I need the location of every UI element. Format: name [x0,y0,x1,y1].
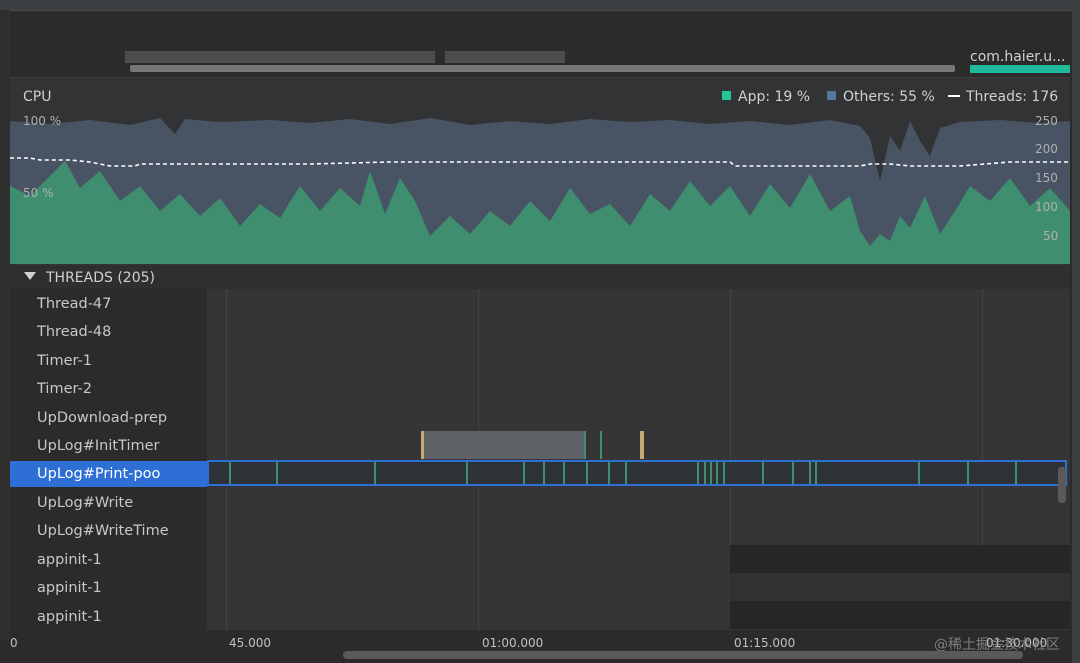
thread-state-segment[interactable] [730,545,1070,573]
app-swatch-icon [722,91,731,100]
others-swatch-icon [827,91,836,100]
right-axis-200: 200 [1035,142,1058,156]
thread-item[interactable]: appinit-1 [37,552,102,568]
cpu-usage-chart [10,118,1070,264]
thread-state-segment[interactable] [730,573,1070,601]
thread-state-segment[interactable] [584,431,586,459]
left-axis-50: 50 % [23,186,54,200]
tick-45: 45.000 [229,636,271,650]
top-toolbar [0,0,1080,11]
thread-item[interactable]: Timer-1 [37,353,92,369]
vertical-scrollbar-thumb[interactable] [1058,467,1066,503]
thread-item[interactable]: Thread-48 [37,324,111,340]
legend-threads-text: Threads: 176 [966,89,1059,105]
thread-item[interactable]: Timer-2 [37,381,92,397]
legend-others-text: Others: 55 % [843,89,935,105]
thread-state-segment[interactable] [640,431,644,459]
right-axis-100: 100 [1035,200,1058,214]
legend-app: App: 19 % [722,89,810,105]
collapse-triangle-icon[interactable] [24,272,36,280]
right-axis-150: 150 [1035,171,1058,185]
thread-state-segment[interactable] [730,601,1070,629]
thread-item[interactable]: appinit-1 [37,609,102,625]
legend-app-text: App: 19 % [738,89,811,105]
thread-item[interactable]: UpLog#InitTimer [37,438,160,454]
thread-item[interactable]: UpLog#Write [37,495,133,511]
thread-item[interactable]: UpDownload-prep [37,410,167,426]
legend-others: Others: 55 % [827,89,935,105]
threads-header[interactable]: THREADS (205) [10,267,1070,289]
selected-thread-track[interactable] [207,460,1067,486]
threads-dash-icon [948,95,960,97]
right-side-panel [1072,0,1080,663]
tick-0: 0 [10,636,18,650]
right-axis-250: 250 [1035,114,1058,128]
tick-1m15: 01:15.000 [734,636,796,650]
thread-state-segment[interactable] [424,431,584,459]
cpu-panel[interactable]: CPU App: 19 % Others: 55 % Threads: 176 … [10,78,1070,266]
print-thread-segments [229,462,1017,484]
threads-count-label: THREADS (205) [46,270,155,286]
thread-state-segment[interactable] [600,431,602,459]
horizontal-scrollbar-thumb[interactable] [343,651,1023,659]
process-activity-bar [970,65,1070,73]
process-label: com.haier.u... [970,49,1066,65]
legend-threads: Threads: 176 [948,89,1058,105]
thread-names-list [10,289,207,630]
thread-item-selected[interactable]: UpLog#Print-poo [37,466,160,482]
thread-item[interactable]: UpLog#WriteTime [37,523,169,539]
thread-item[interactable]: Thread-47 [37,296,111,312]
cpu-label: CPU [23,89,52,105]
tick-1m00: 01:00.000 [482,636,544,650]
left-gutter [0,10,10,640]
thread-item[interactable]: appinit-1 [37,580,102,596]
overview-range-bar[interactable] [130,65,955,72]
thread-timeline-tracks[interactable] [207,289,1070,630]
blurred-label [125,51,435,63]
left-axis-100: 100 % [23,114,62,128]
process-overview: com.haier.u... [10,11,1070,78]
right-axis-50: 50 [1043,229,1059,243]
blurred-label [445,51,565,63]
